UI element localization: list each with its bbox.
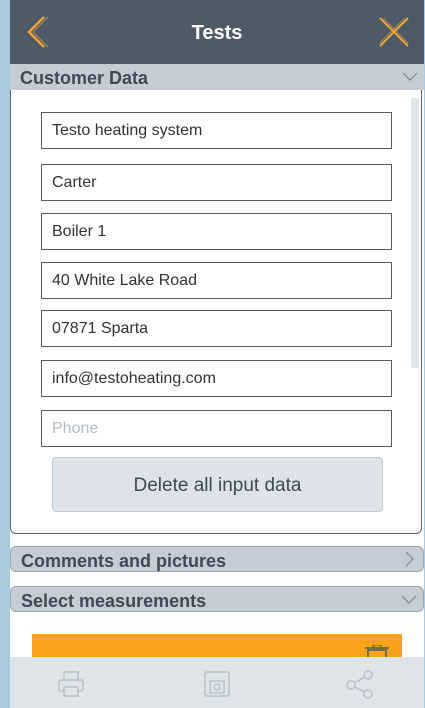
chevron-down-icon: [402, 72, 418, 81]
street-field[interactable]: [41, 262, 392, 299]
share-icon[interactable]: [345, 669, 375, 699]
printer-icon[interactable]: [56, 669, 86, 699]
section-comments-label: Comments and pictures: [21, 551, 227, 571]
close-icon[interactable]: [378, 16, 410, 48]
device-name-field[interactable]: [41, 213, 392, 250]
customer-name-field[interactable]: [41, 112, 392, 149]
section-measurements-label: Select measurements: [21, 591, 207, 611]
customer-data-panel: Delete all input data: [10, 90, 422, 534]
phone-field[interactable]: [41, 410, 392, 447]
chevron-down-icon: [401, 595, 417, 604]
city-field[interactable]: [41, 310, 392, 347]
chevron-right-icon: [405, 551, 414, 567]
app-window: Tests Customer Data Delete all input dat…: [10, 0, 424, 708]
contact-name-field[interactable]: [41, 164, 392, 201]
panel-scrollbar[interactable]: [411, 98, 419, 368]
section-comments-pictures[interactable]: Comments and pictures: [10, 546, 424, 572]
top-bar: Tests: [10, 0, 424, 64]
page-title: Tests: [191, 22, 243, 44]
save-icon[interactable]: [202, 669, 232, 699]
section-customer-data-label: Customer Data: [20, 68, 149, 88]
section-customer-data[interactable]: Customer Data: [10, 64, 424, 90]
section-select-measurements[interactable]: Select measurements: [10, 586, 424, 612]
delete-all-input-button[interactable]: Delete all input data: [52, 457, 383, 512]
email-field[interactable]: [41, 360, 392, 397]
bottom-toolbar: [10, 657, 424, 708]
